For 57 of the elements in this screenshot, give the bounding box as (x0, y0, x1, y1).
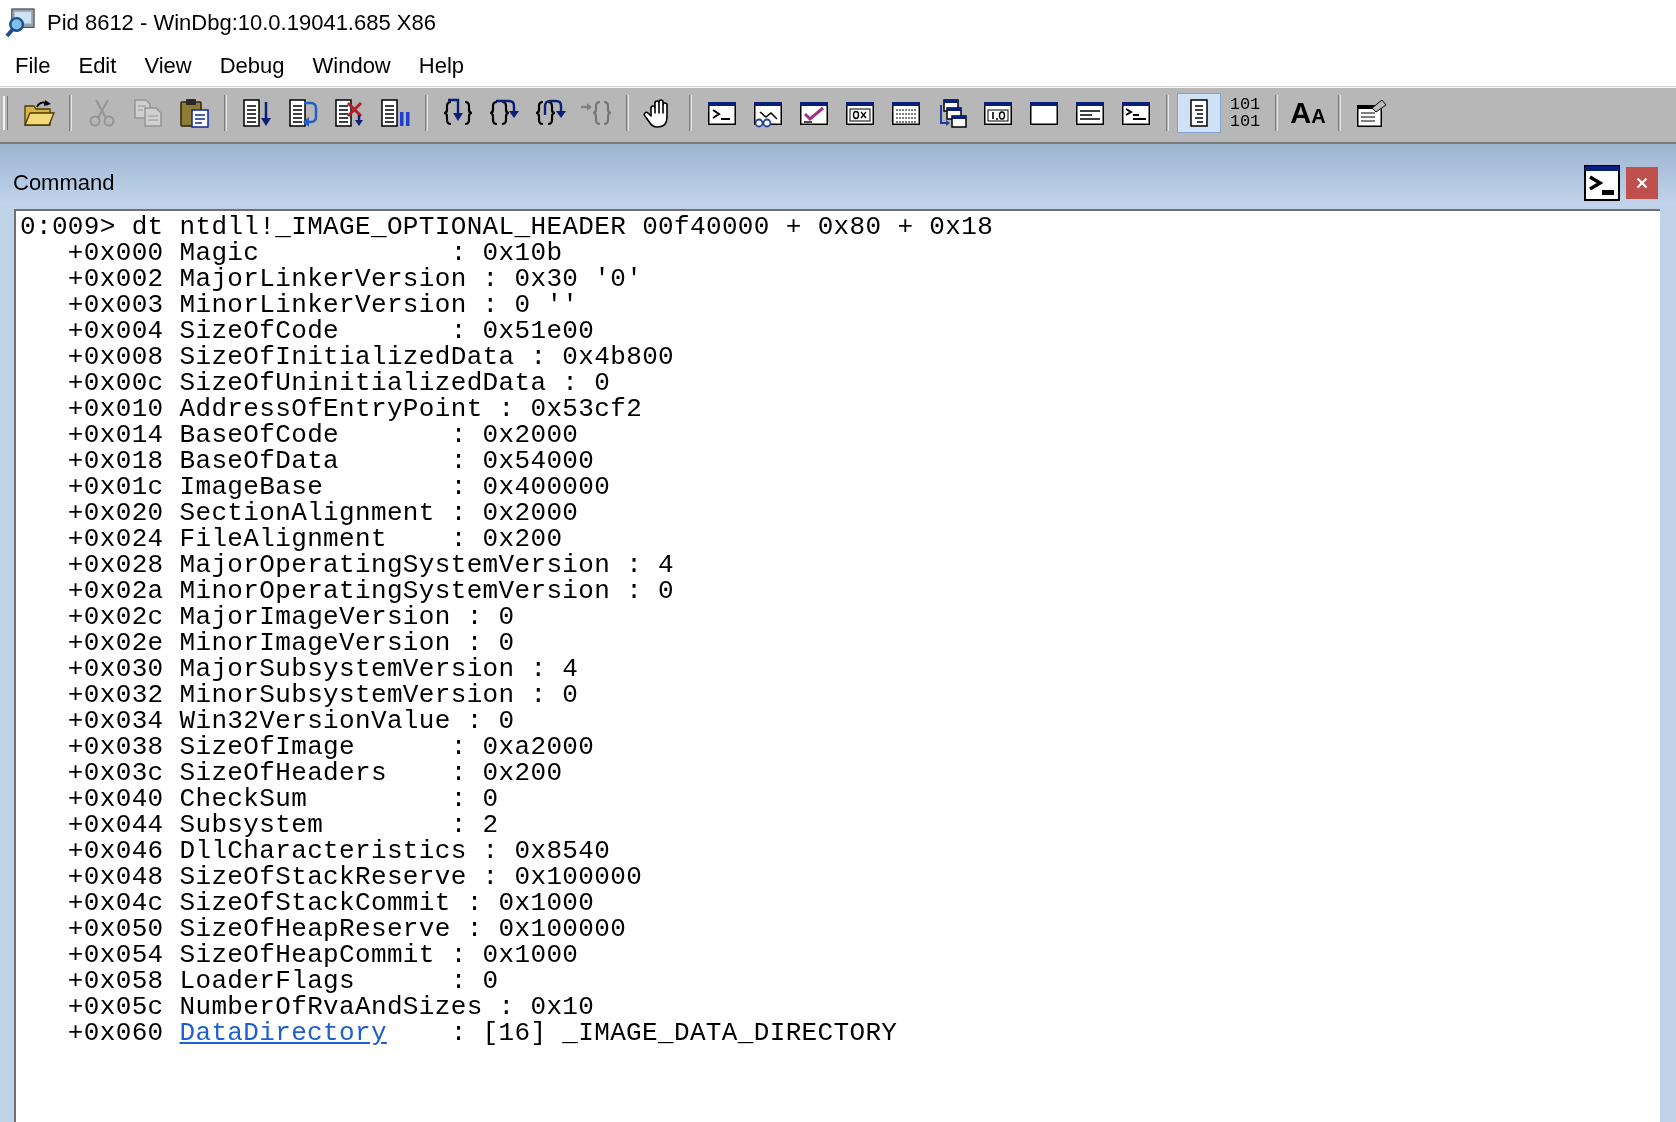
close-icon[interactable] (1636, 176, 1648, 189)
close-button[interactable] (1626, 166, 1658, 199)
window-title: Pid 8612 - WinDbg:10.0.19041.685 X86 (47, 9, 436, 36)
field-offset: +0x060 (67, 1020, 164, 1046)
settings-window-icon[interactable] (1355, 97, 1387, 129)
output-line: +0x05c NumberOfRvaAndSizes : 0x10 (66, 994, 595, 1020)
output-line: +0x054 SizeOfHeapCommit : 0x1000 (66, 942, 579, 968)
output-line: +0x003 MinorLinkerVersion : 0 '' (66, 292, 579, 318)
document-bars-icon[interactable] (379, 97, 411, 129)
output-line: +0x048 SizeOfStackReserve : 0x100000 (66, 864, 643, 890)
document-loop-arrow-icon[interactable] (287, 97, 319, 129)
field-link[interactable]: DataDirectory (179, 1018, 387, 1048)
pane-title: Command (13, 169, 115, 196)
menu-item[interactable]: Edit (64, 48, 131, 83)
output-line: +0x000 Magic : 0x10b (66, 240, 563, 266)
output-line: +0x050 SizeOfHeapReserve : 0x100000 (66, 916, 627, 942)
menu-item[interactable]: Window (298, 48, 405, 83)
folder-icon[interactable] (23, 97, 55, 129)
output-line: +0x02e MinorImageVersion : 0 (66, 630, 515, 656)
output-line: +0x008 SizeOfInitializedData : 0x4b800 (66, 344, 675, 370)
output-line: +0x02c MajorImageVersion : 0 (66, 604, 515, 630)
menu-item[interactable]: View (130, 48, 206, 83)
output-line: +0x024 FileAlignment : 0x200 (66, 526, 563, 552)
output-line: +0x01c ImageBase : 0x400000 (66, 474, 611, 500)
output-line: +0x00c SizeOfUninitializedData : 0 (66, 370, 611, 396)
document-cross-icon[interactable] (333, 97, 365, 129)
toolbar-grip[interactable] (3, 96, 8, 130)
field-value: : [16] _IMAGE_DATA_DIRECTORY (450, 1020, 898, 1046)
clipboard-icon[interactable] (178, 97, 210, 129)
toolbar-button[interactable]: AA (1286, 93, 1330, 133)
output-line: +0x028 MajorOperatingSystemVersion : 4 (66, 552, 675, 578)
menu-item[interactable]: Debug (205, 48, 299, 83)
output-line: +0x03c SizeOfHeaders : 0x200 (66, 760, 563, 786)
output-line: +0x018 BaseOfData : 0x54000 (66, 448, 595, 474)
toolbar-button[interactable] (1177, 93, 1221, 133)
menu-item[interactable]: File (1, 48, 65, 83)
output-line: +0x040 CheckSum : 0 (66, 786, 499, 812)
command-line: 0:009> dt ntdll!_IMAGE_OPTIONAL_HEADER 00f40000 + 0x80 + 0x18 (20, 214, 994, 240)
output-line: +0x032 MinorSubsystemVersion : 0 (66, 682, 579, 708)
output-line: +0x030 MajorSubsystemVersion : 4 (66, 656, 579, 682)
output-line: +0x02a MinorOperatingSystemVersion : 0 (66, 578, 675, 604)
output-line: +0x04c SizeOfStackCommit : 0x1000 (66, 890, 595, 916)
document-down-arrow-icon[interactable] (241, 97, 273, 129)
output-line: +0x044 Subsystem : 2 (66, 812, 499, 838)
prompt-icon[interactable] (1584, 164, 1620, 201)
output-line: +0x002 MajorLinkerVersion : 0x30 '0' (66, 266, 643, 292)
output-line: +0x010 AddressOfEntryPoint : 0x53cf2 (66, 396, 643, 422)
menu-item[interactable]: Help (404, 48, 478, 83)
output-line: +0x058 LoaderFlags : 0 (66, 968, 499, 994)
monitor-magnifier-icon (5, 7, 36, 38)
output-line: +0x034 Win32VersionValue : 0 (66, 708, 515, 734)
output-line: +0x014 BaseOfCode : 0x2000 (66, 422, 579, 448)
output-line: +0x020 SectionAlignment : 0x2000 (66, 500, 579, 526)
toolbar-button[interactable]: 101 101 (1223, 93, 1267, 133)
output-line: +0x038 SizeOfImage : 0xa2000 (66, 734, 595, 760)
output-line: +0x046 DllCharacteristics : 0x8540 (66, 838, 611, 864)
output-line: +0x004 SizeOfCode : 0x51e00 (66, 318, 595, 344)
